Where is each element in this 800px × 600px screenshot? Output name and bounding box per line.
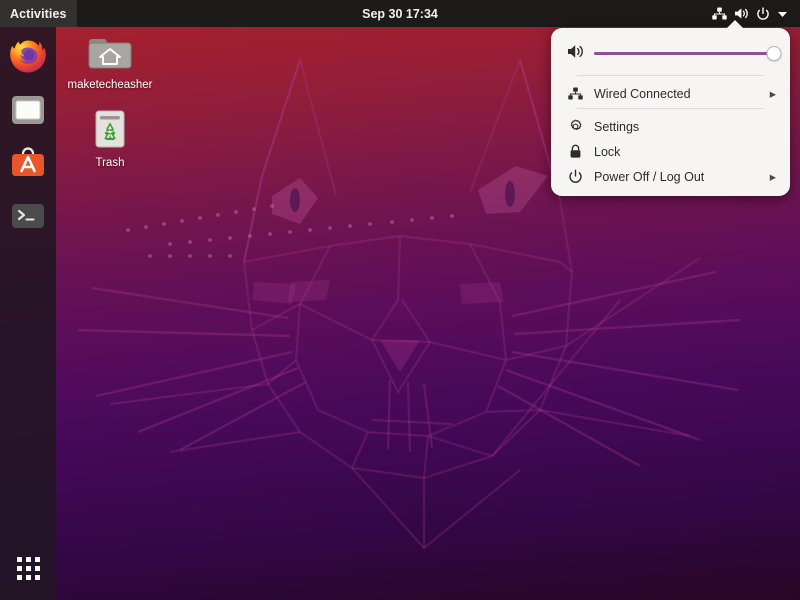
popup-arrow bbox=[726, 20, 744, 29]
system-menu-button[interactable] bbox=[704, 0, 796, 27]
dock-item-software[interactable] bbox=[6, 141, 50, 185]
dock-item-terminal[interactable] bbox=[6, 194, 50, 238]
volume-slider[interactable] bbox=[594, 45, 774, 61]
slider-fill bbox=[594, 52, 774, 55]
menu-item-power[interactable]: Power Off / Log Out ▸ bbox=[551, 164, 790, 189]
menu-item-label: Power Off / Log Out bbox=[594, 170, 759, 184]
show-applications-button[interactable] bbox=[6, 546, 50, 590]
chevron-right-icon: ▸ bbox=[770, 86, 776, 101]
activities-button[interactable]: Activities bbox=[0, 0, 77, 27]
menu-item-label: Wired Connected bbox=[594, 87, 759, 101]
slider-knob[interactable] bbox=[767, 46, 782, 61]
menu-item-network[interactable]: Wired Connected ▸ bbox=[551, 81, 790, 106]
volume-icon bbox=[734, 7, 749, 20]
clock-label[interactable]: Sep 30 17:34 bbox=[362, 7, 438, 21]
menu-separator bbox=[577, 108, 764, 109]
files-icon bbox=[9, 91, 47, 129]
power-icon bbox=[756, 7, 770, 21]
network-wired-icon bbox=[712, 7, 727, 20]
dock-item-list bbox=[6, 27, 50, 238]
firefox-icon bbox=[9, 38, 47, 76]
network-wired-icon bbox=[567, 87, 583, 100]
menu-item-label: Settings bbox=[594, 120, 765, 134]
menu-item-label: Lock bbox=[594, 145, 765, 159]
desktop-icon-trash[interactable]: Trash bbox=[62, 104, 158, 170]
home-folder-icon bbox=[62, 26, 158, 76]
top-bar: Activities Sep 30 17:34 bbox=[0, 0, 800, 27]
activities-label: Activities bbox=[10, 7, 67, 21]
trash-icon bbox=[62, 104, 158, 154]
volume-control-row bbox=[551, 34, 790, 73]
power-icon bbox=[567, 169, 583, 184]
menu-item-lock[interactable]: Lock bbox=[551, 139, 790, 164]
clock: Sep 30 17:34 bbox=[0, 7, 800, 21]
desktop-icon-home-folder[interactable]: maketecheasher bbox=[62, 26, 158, 92]
desktop-icon-label: maketecheasher bbox=[62, 79, 158, 92]
desktop-icon-label: Trash bbox=[62, 157, 158, 170]
system-menu-popup: Wired Connected ▸ Settings Lo bbox=[551, 28, 790, 196]
terminal-icon bbox=[9, 197, 47, 235]
lock-icon bbox=[567, 144, 583, 159]
menu-item-settings[interactable]: Settings bbox=[551, 114, 790, 139]
apps-grid-icon bbox=[17, 557, 40, 580]
chevron-right-icon: ▸ bbox=[770, 169, 776, 184]
desktop-screen: maketecheasher bbox=[0, 0, 800, 600]
software-icon bbox=[9, 144, 47, 182]
menu-separator bbox=[577, 75, 764, 76]
dock-item-firefox[interactable] bbox=[6, 35, 50, 79]
gear-icon bbox=[567, 119, 583, 134]
dock-item-files[interactable] bbox=[6, 88, 50, 132]
dock bbox=[0, 27, 56, 600]
chevron-down-icon bbox=[777, 10, 788, 18]
volume-high-icon[interactable] bbox=[567, 44, 584, 62]
